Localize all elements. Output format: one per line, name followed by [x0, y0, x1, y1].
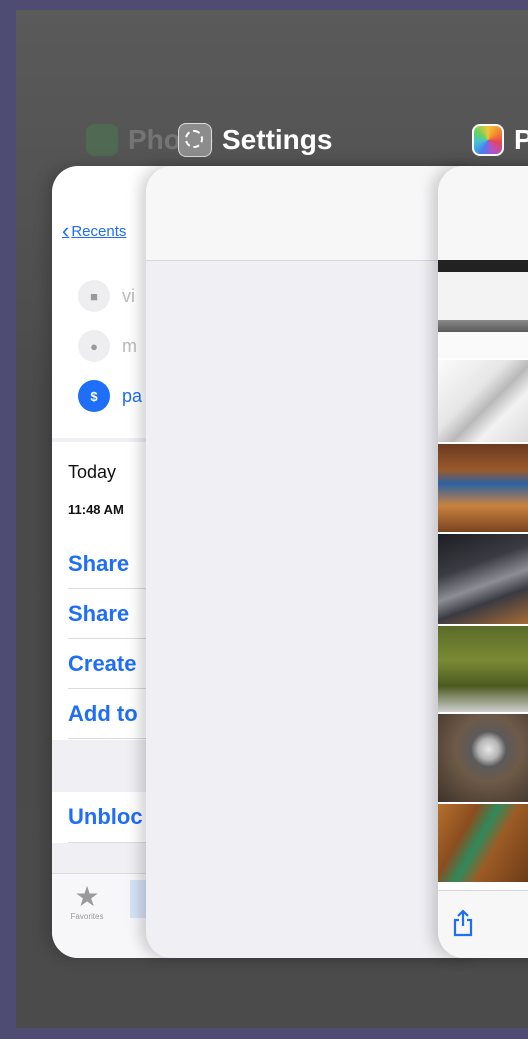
photo-thumbnail[interactable] — [438, 360, 528, 444]
photo-thumbnail[interactable] — [438, 260, 528, 360]
call-time: 11:48 AM — [68, 502, 124, 517]
phone-icon — [86, 124, 118, 156]
settings-app-name: Settings — [222, 124, 333, 155]
message-action[interactable]: ● m — [78, 328, 137, 364]
share-icon[interactable] — [452, 909, 474, 937]
video-icon: ■ — [78, 280, 110, 312]
back-to-recents-link[interactable]: Recents — [62, 218, 126, 244]
photos-icon — [472, 124, 504, 156]
tab-favorites[interactable]: ★ Favorites — [62, 881, 112, 922]
pay-label: pa — [122, 385, 143, 406]
tab-favorites-label: Favorites — [70, 912, 104, 921]
star-icon: ★ — [74, 881, 100, 912]
photo-thumbnail[interactable] — [438, 714, 528, 804]
pay-action[interactable]: $ pa — [78, 378, 142, 414]
photos-app-label[interactable]: Photos — [472, 120, 528, 160]
video-call-label: vi — [122, 285, 135, 306]
settings-gear-icon — [178, 123, 212, 157]
photos-app-name: Photos — [514, 124, 528, 155]
call-date: Today — [68, 462, 117, 482]
photo-thumbnail[interactable] — [438, 804, 528, 884]
photo-thumbnail-column — [438, 260, 528, 884]
photo-thumbnail[interactable] — [438, 444, 528, 534]
app-switcher-screen: Phone Settings Photos Recents ■ vi ● m $… — [16, 10, 528, 1028]
message-icon: ● — [78, 330, 110, 362]
pay-icon: $ — [78, 380, 110, 412]
message-label: m — [122, 335, 137, 356]
photos-nav-bar — [438, 166, 528, 260]
photo-thumbnail[interactable] — [438, 534, 528, 626]
video-call-action[interactable]: ■ vi — [78, 278, 135, 314]
photo-thumbnail[interactable] — [438, 626, 528, 714]
photos-toolbar — [438, 890, 528, 958]
settings-app-label[interactable]: Settings — [178, 120, 332, 160]
photos-app-card[interactable] — [438, 166, 528, 958]
